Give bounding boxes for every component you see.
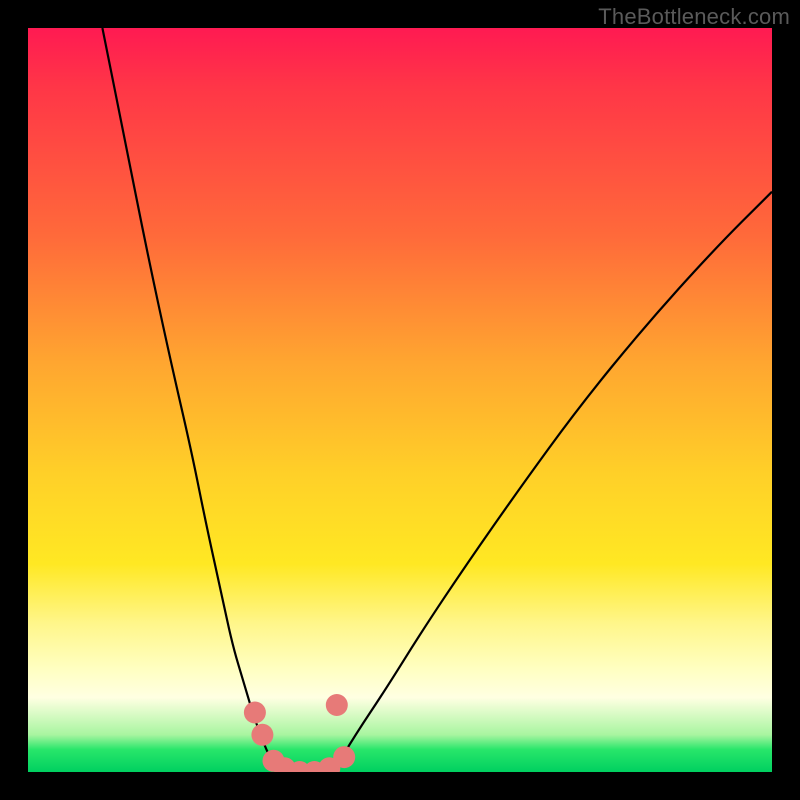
data-marker <box>244 702 266 724</box>
data-marker <box>251 724 273 746</box>
curve-svg <box>28 28 772 772</box>
plot-area <box>28 28 772 772</box>
curve-path <box>102 28 772 772</box>
marker-group <box>244 694 355 772</box>
data-marker <box>326 694 348 716</box>
curve-path-group <box>102 28 772 772</box>
data-marker <box>333 746 355 768</box>
watermark-text: TheBottleneck.com <box>598 4 790 30</box>
chart-frame: TheBottleneck.com <box>0 0 800 800</box>
